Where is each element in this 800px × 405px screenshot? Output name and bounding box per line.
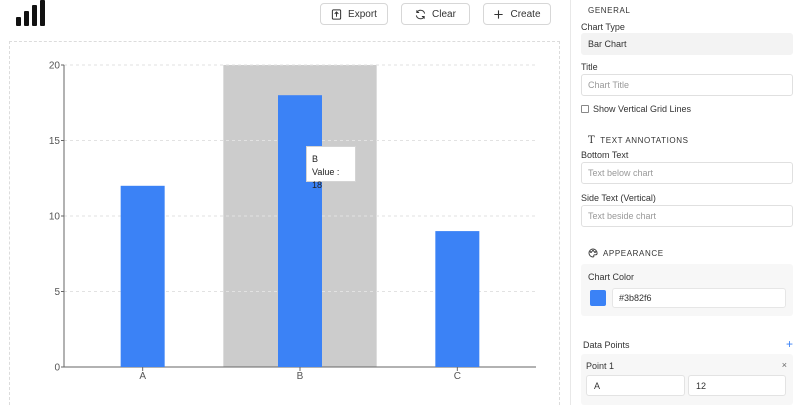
- title-input[interactable]: Chart Title: [581, 74, 793, 96]
- text-annotations-title: TEXT ANNOTATIONS: [600, 136, 689, 145]
- title-placeholder: Chart Title: [588, 80, 630, 90]
- palette-icon: [588, 248, 598, 258]
- bar-b: [278, 95, 322, 367]
- bottom-text-label: Bottom Text: [581, 150, 629, 160]
- y-tick-label: 15: [49, 136, 61, 147]
- chart-type-value: Bar Chart: [588, 39, 627, 49]
- bottom-text-placeholder: Text below chart: [588, 168, 654, 178]
- remove-point-button[interactable]: ×: [782, 360, 787, 370]
- chart-type-select[interactable]: Bar Chart: [581, 33, 793, 55]
- chart-color-input[interactable]: #3b82f6: [612, 288, 786, 308]
- y-tick-label: 0: [54, 363, 60, 374]
- data-points-label: Data Points: [583, 340, 630, 350]
- chart-type-label: Chart Type: [581, 22, 625, 32]
- chart-builder-app: Export Clear Create 0 5 10 15 20 A B C B Value …: [0, 0, 800, 405]
- point-value-value: 12: [696, 380, 707, 391]
- vertical-grid-checkbox[interactable]: [581, 105, 589, 113]
- bottom-text-input[interactable]: Text below chart: [581, 162, 793, 184]
- point-name-value: A: [594, 380, 601, 391]
- bar-c: [435, 231, 480, 367]
- title-label: Title: [581, 62, 598, 72]
- vertical-grid-label: Show Vertical Grid Lines: [593, 104, 692, 114]
- add-data-point-button[interactable]: +: [786, 338, 793, 350]
- tooltip-value: Value : 18: [312, 167, 340, 190]
- side-text-placeholder: Text beside chart: [588, 211, 657, 221]
- chart-color-swatch[interactable]: [590, 290, 606, 306]
- appearance-box: Chart Color #3b82f6: [581, 264, 793, 316]
- y-tick-label: 20: [49, 61, 61, 72]
- y-tick-label: 10: [49, 212, 61, 223]
- y-tick-label: 5: [54, 287, 60, 298]
- chart-tooltip: B Value : 18: [306, 146, 356, 190]
- vertical-grid-toggle[interactable]: Show Vertical Grid Lines: [581, 104, 691, 114]
- point-value-input[interactable]: 12: [688, 375, 786, 396]
- data-points-header: Data Points +: [583, 338, 793, 350]
- general-section-title: GENERAL: [588, 6, 631, 15]
- text-annotations-section: T TEXT ANNOTATIONS: [588, 135, 689, 146]
- settings-panel: GENERAL Chart Type Bar Chart Title Chart…: [570, 0, 800, 405]
- text-icon: T: [588, 135, 596, 146]
- x-tick-label: A: [139, 371, 146, 382]
- bar-chart: 0 5 10 15 20 A B C: [49, 61, 536, 382]
- tooltip-category: B: [312, 154, 319, 164]
- appearance-section: APPEARANCE: [588, 248, 664, 258]
- side-text-input[interactable]: Text beside chart: [581, 205, 793, 227]
- side-text-label: Side Text (Vertical): [581, 193, 656, 203]
- bar-a: [120, 185, 165, 367]
- x-tick-label: C: [454, 371, 461, 382]
- data-point-item: Point 1 × A 12: [581, 354, 793, 405]
- point-name-input[interactable]: A: [586, 375, 685, 396]
- x-tick-label: B: [297, 371, 304, 382]
- point-title: Point 1: [586, 361, 615, 371]
- appearance-title: APPEARANCE: [603, 248, 664, 258]
- chart-color-value: #3b82f6: [619, 293, 652, 303]
- chart-color-label: Chart Color: [588, 272, 635, 282]
